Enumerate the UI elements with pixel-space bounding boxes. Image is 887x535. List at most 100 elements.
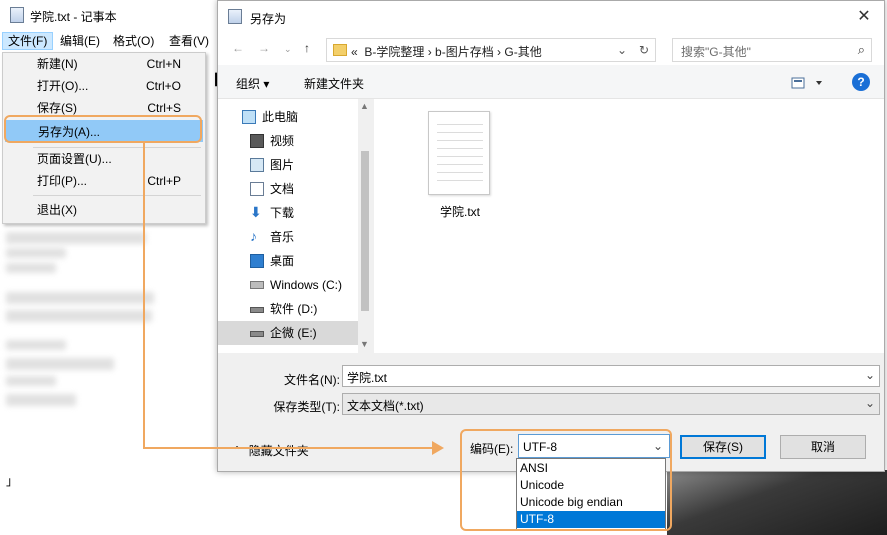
menu-item-label: 页面设置(U)... [37, 152, 112, 166]
nav-item-desktop[interactable]: 桌面 [218, 249, 358, 273]
nav-item-label: 企微 (E:) [270, 326, 317, 340]
save-button[interactable]: 保存(S) [680, 435, 766, 459]
drive-icon [250, 307, 264, 313]
breadcrumb-prefix: « [351, 45, 358, 59]
notepad-icon [10, 7, 24, 23]
drive-icon [250, 281, 264, 289]
menu-item-label: 打印(P)... [37, 174, 87, 188]
nav-item-documents[interactable]: 文档 [218, 177, 358, 201]
menu-file[interactable]: 文件(F) [2, 32, 54, 50]
search-icon: ⌕ [857, 42, 865, 57]
nav-item-label: 桌面 [270, 254, 295, 268]
scroll-up-icon[interactable]: ▲ [360, 101, 369, 111]
view-options-icon[interactable] [790, 75, 830, 91]
filename-field[interactable]: 学院.txt ⌄ [342, 365, 880, 387]
video-icon [250, 134, 264, 148]
download-icon: ⬇ [250, 204, 262, 220]
notepad-titlebar: 学院.txt - 记事本 [0, 0, 218, 30]
cancel-button[interactable]: 取消 [780, 435, 866, 459]
file-list-area[interactable]: 学院.txt [374, 99, 884, 353]
menu-edit[interactable]: 编辑(E) [55, 32, 105, 50]
filetype-select[interactable]: 文本文档(*.txt) ⌄ [342, 393, 880, 415]
filetype-label: 保存类型(T): [273, 400, 340, 414]
chevron-down-icon[interactable]: ⌄ [865, 396, 875, 410]
chevron-down-icon[interactable]: ⌄ [865, 368, 875, 382]
dialog-title: 另存为 [250, 12, 287, 26]
hide-folders-toggle[interactable]: ⌃ 隐藏文件夹 [232, 442, 309, 459]
forward-arrow-icon[interactable]: → [258, 41, 270, 55]
up-arrow-icon[interactable]: ↑ [304, 41, 310, 55]
menu-item-label: 打开(O)... [37, 79, 89, 93]
scrollbar-thumb[interactable] [361, 151, 369, 311]
annotation-highlight-encoding [460, 429, 672, 531]
nav-item-music[interactable]: ♪ 音乐 [218, 225, 358, 249]
desktop-icon [250, 254, 264, 268]
menu-item-new[interactable]: 新建(N) Ctrl+N [5, 53, 203, 75]
dialog-titlebar: 另存为 ✕ [218, 1, 884, 33]
nav-item-drive-c[interactable]: Windows (C:) [218, 273, 358, 297]
nav-item-label: 视频 [270, 134, 295, 148]
file-item[interactable]: 学院.txt [410, 111, 500, 221]
music-icon: ♪ [250, 228, 257, 244]
new-folder-button[interactable]: 新建文件夹 [304, 75, 364, 92]
blurred-text [6, 394, 76, 406]
refresh-icon[interactable]: ↻ [639, 43, 649, 57]
nav-item-drive-d[interactable]: 软件 (D:) [218, 297, 358, 321]
menu-item-exit[interactable]: 退出(X) [5, 199, 203, 221]
menu-item-open[interactable]: 打开(O)... Ctrl+O [5, 75, 203, 97]
file-name: 学院.txt [439, 205, 480, 219]
menu-item-shortcut: Ctrl+P [147, 174, 181, 188]
menu-format[interactable]: 格式(O) [108, 32, 159, 50]
background-photo [667, 470, 887, 535]
navigation-row: ← → ⌄ ↑ « B-学院整理 › b-图片存档 › G-其他 ⌄ ↻ 搜索"… [218, 33, 884, 65]
scroll-down-icon[interactable]: ▼ [360, 339, 369, 349]
notepad-menubar: 文件(F) 编辑(E) 格式(O) 查看(V) [0, 30, 218, 52]
recent-chevron-icon[interactable]: ⌄ [284, 44, 292, 55]
filename-label: 文件名(N): [284, 373, 340, 387]
back-arrow-icon[interactable]: ← [232, 41, 244, 55]
blurred-text [6, 248, 66, 258]
annotation-line [143, 143, 145, 449]
search-input[interactable]: 搜索"G-其他" ⌕ [672, 38, 872, 62]
filename-value: 学院.txt [347, 371, 388, 385]
blurred-text [6, 263, 56, 273]
nav-item-downloads[interactable]: ⬇ 下载 [218, 201, 358, 225]
notepad-title: 学院.txt - 记事本 [30, 10, 117, 24]
menu-item-page-setup[interactable]: 页面设置(U)... [5, 148, 203, 170]
menu-item-label: 新建(N) [37, 57, 78, 71]
chevron-down-icon[interactable]: ⌄ [617, 43, 627, 57]
nav-item-label: 软件 (D:) [270, 302, 318, 316]
save-as-dialog: 另存为 ✕ ← → ⌄ ↑ « B-学院整理 › b-图片存档 › G-其他 ⌄… [217, 0, 885, 472]
folder-icon [333, 44, 347, 56]
menu-view[interactable]: 查看(V) [164, 32, 214, 50]
nav-item-label: Windows (C:) [270, 278, 343, 292]
nav-item-this-pc[interactable]: 此电脑 [218, 105, 358, 129]
nav-item-pictures[interactable]: 图片 [218, 153, 358, 177]
nav-item-videos[interactable]: 视频 [218, 129, 358, 153]
blurred-text [6, 358, 114, 370]
nav-pane-scrollbar[interactable]: ▲ ▼ [358, 99, 372, 353]
nav-item-label: 下载 [270, 206, 295, 220]
nav-item-label: 音乐 [270, 230, 295, 244]
text-file-icon [428, 111, 490, 195]
annotation-arrow-icon [432, 441, 444, 455]
filetype-value: 文本文档(*.txt) [347, 399, 424, 413]
blurred-text [6, 292, 154, 304]
blurred-text [6, 340, 66, 350]
nav-item-label: 此电脑 [262, 110, 299, 124]
navigation-pane: 此电脑 视频 图片 文档 ⬇ 下载 ♪ 音乐 桌面 Windows (C:) 软… [218, 99, 372, 353]
menu-separator [33, 195, 201, 196]
breadcrumb[interactable]: « B-学院整理 › b-图片存档 › G-其他 [351, 43, 542, 60]
annotation-line [143, 447, 433, 449]
nav-item-drive-e[interactable]: 企微 (E:) [218, 321, 358, 345]
address-bar[interactable]: « B-学院整理 › b-图片存档 › G-其他 ⌄ ↻ [326, 38, 656, 62]
organize-button[interactable]: 组织 ▾ [236, 75, 269, 92]
annotation-highlight-save-as [4, 115, 202, 143]
breadcrumb-path: B-学院整理 › b-图片存档 › G-其他 [364, 45, 542, 59]
dialog-toolbar: 组织 ▾ 新建文件夹 ? [218, 65, 884, 99]
close-icon[interactable]: ✕ [854, 7, 874, 27]
picture-icon [250, 158, 264, 172]
help-icon[interactable]: ? [852, 73, 870, 91]
menu-item-print[interactable]: 打印(P)... Ctrl+P [5, 170, 203, 192]
blurred-text [6, 310, 152, 322]
